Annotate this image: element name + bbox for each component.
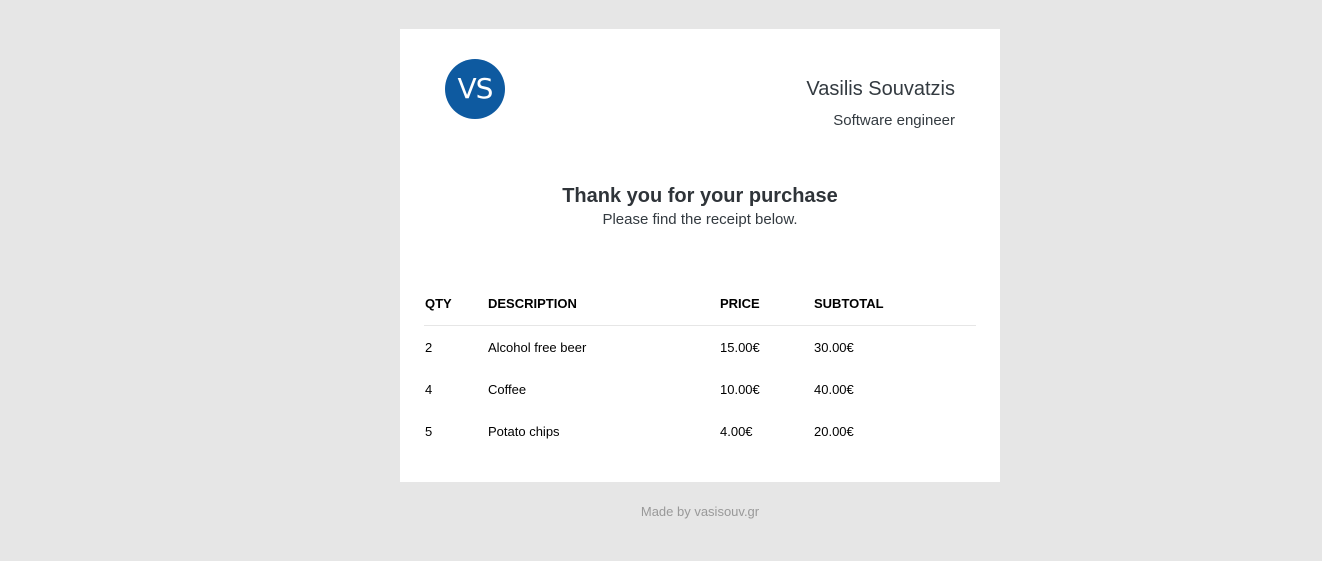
column-header-price: PRICE — [719, 282, 813, 326]
receipt-card: VS Vasilis Souvatzis Software engineer T… — [400, 29, 1000, 482]
receipt-table: QTY DESCRIPTION PRICE SUBTOTAL 2 Alcohol… — [424, 282, 976, 452]
cell-qty: 2 — [425, 339, 433, 355]
cell-price: 15.00€ — [720, 339, 760, 355]
cell-subtotal: 40.00€ — [814, 381, 854, 397]
footer-credit: Made by vasisouv.gr — [640, 504, 760, 519]
column-header-description: DESCRIPTION — [487, 282, 719, 326]
receipt-subheading: Please find the receipt below. — [602, 211, 798, 228]
cell-subtotal: 20.00€ — [814, 423, 854, 439]
table-row: 5 Potato chips 4.00€ 20.00€ — [424, 410, 976, 452]
thank-you-heading: Thank you for your purchase — [562, 185, 838, 207]
cell-subtotal: 30.00€ — [814, 339, 854, 355]
author-name: Vasilis Souvatzis — [806, 78, 955, 100]
cell-qty: 4 — [425, 381, 433, 397]
cell-description: Alcohol free beer — [488, 339, 587, 355]
column-header-qty: QTY — [424, 282, 487, 326]
cell-qty: 5 — [425, 423, 433, 439]
cell-price: 10.00€ — [720, 381, 760, 397]
author-role: Software engineer — [833, 112, 955, 129]
cell-description: Coffee — [488, 381, 527, 397]
cell-description: Potato chips — [488, 423, 560, 439]
logo-avatar: VS — [445, 59, 505, 119]
table-row: 4 Coffee 10.00€ 40.00€ — [424, 368, 976, 410]
cell-price: 4.00€ — [720, 423, 753, 439]
column-header-subtotal: SUBTOTAL — [813, 282, 976, 326]
table-row: 2 Alcohol free beer 15.00€ 30.00€ — [424, 326, 976, 369]
table-header-row: QTY DESCRIPTION PRICE SUBTOTAL — [424, 282, 976, 326]
